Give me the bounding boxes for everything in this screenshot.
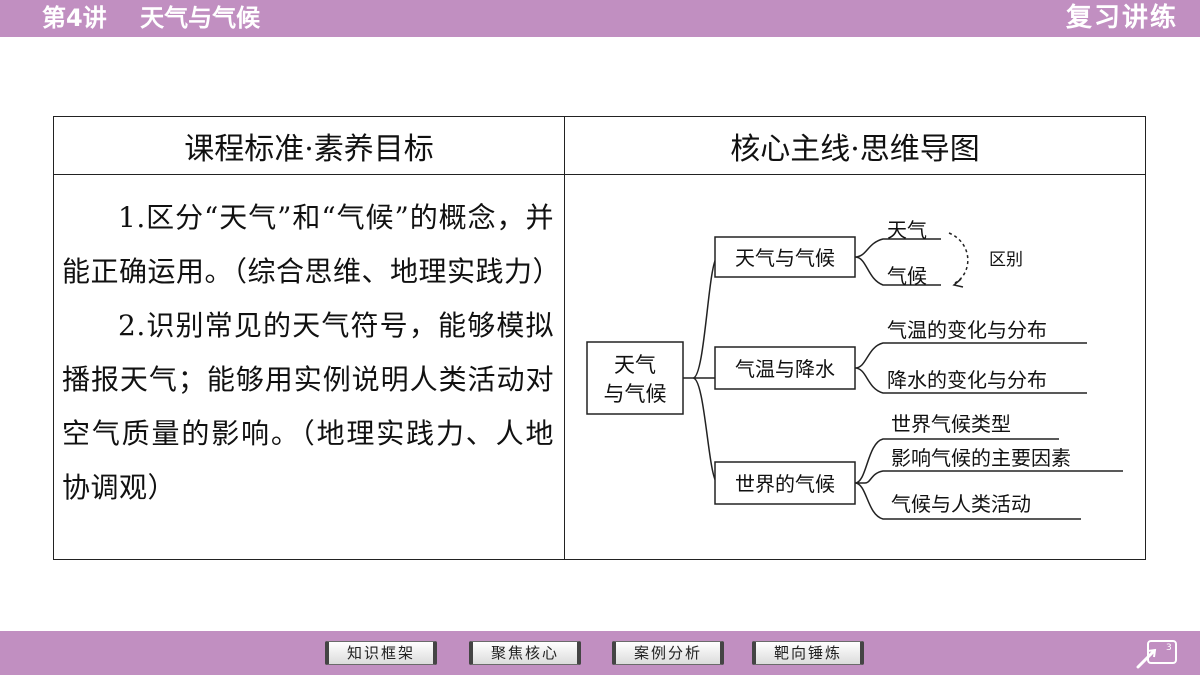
section-label: 复习讲练 [1065,3,1178,33]
mindmap-leaf-climate-factors: 影响气候的主要因素 [891,446,1071,470]
standard-item-1: 1.区分“天气”和“气候”的概念，并能正确运用。（综合思维、地理实践力） [62,201,562,288]
footer-bar: 知识框架 聚焦核心 案例分析 靶向锤炼 3 [0,631,1200,675]
lesson-title: 第4讲 天气与气候 [42,4,261,32]
mindmap-header: 核心主线·思维导图 [564,116,1146,175]
mindmap-leaf-climate: 气候 [887,264,927,288]
nav-button-focus-core[interactable]: 聚焦核心 [469,641,581,665]
mindmap-difference-arrow [948,232,969,284]
standards-header: 课程标准·素养目标 [53,116,565,175]
mindmap-leaf-climate-human: 气候与人类活动 [891,492,1031,516]
mindmap-branch-label-3: 世界的气候 [735,472,835,496]
mindmap-cell: 天气 与气候 天气与气候 天气 气候 区别 气温与降水 气温的变化与分布 降水的… [564,174,1146,560]
mindmap-annotation: 区别 [989,250,1023,270]
mindmap-branch-label-1: 天气与气候 [735,246,835,270]
mindmap-diagram: 天气 与气候 天气与气候 天气 气候 区别 气温与降水 气温的变化与分布 降水的… [586,218,1123,520]
content-table: 课程标准·素养目标 核心主线·思维导图 1.区分“天气”和“气候”的概念，并能正… [53,116,1146,560]
header-bar: 第4讲 天气与气候 复习讲练 [0,0,1200,37]
mindmap-leaf-precipitation: 降水的变化与分布 [887,368,1047,392]
mindmap-root-line-2: 与气候 [604,382,667,406]
standards-cell: 1.区分“天气”和“气候”的概念，并能正确运用。（综合思维、地理实践力） 2.识… [53,174,565,560]
nav-button-case-analysis[interactable]: 案例分析 [612,641,724,665]
mindmap-leaf-climate-types: 世界气候类型 [891,412,1011,436]
page-number: 3 [1166,643,1172,653]
mindmap-root-line-1: 天气 [614,353,656,377]
nav-button-knowledge-framework[interactable]: 知识框架 [325,641,437,665]
mindmap-branch-label-2: 气温与降水 [735,357,835,381]
nav-button-targeted-practice[interactable]: 靶向锤炼 [752,641,864,665]
mindmap-leaf-weather: 天气 [887,218,927,242]
page-number-icon[interactable] [1134,637,1180,671]
standard-item-2: 2.识别常见的天气符号，能够模拟播报天气；能够用实例说明人类活动对空气质量的影响… [62,309,554,504]
mindmap-root-connector [683,256,718,484]
mindmap-leaf-temperature: 气温的变化与分布 [887,318,1047,342]
mindmap-arrow-head [952,278,964,288]
standards-text: 1.区分“天气”和“气候”的概念，并能正确运用。（综合思维、地理实践力） 2.识… [54,175,564,515]
